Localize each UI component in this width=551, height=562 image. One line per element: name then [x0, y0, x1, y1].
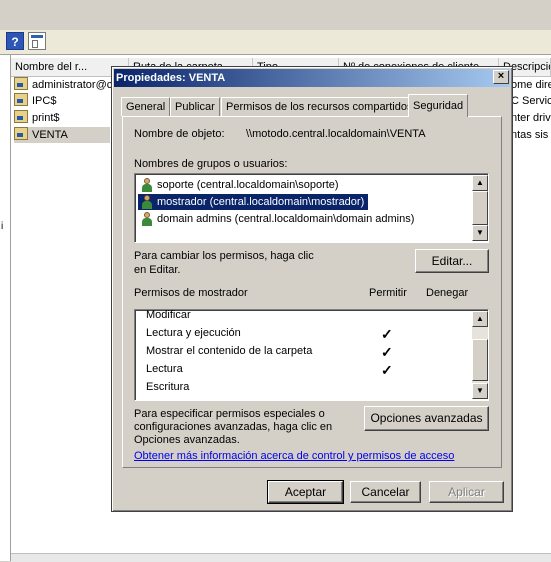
- object-name-value: \\motodo.central.localdomain\VENTA: [246, 128, 426, 140]
- list-item[interactable]: print$: [14, 110, 60, 126]
- change-hint-line1: Para cambiar los permisos, haga clic: [134, 250, 314, 262]
- permission-name: Mostrar el contenido de la carpeta: [146, 345, 313, 357]
- tab-publicar[interactable]: Publicar: [170, 97, 220, 116]
- allow-check-icon: ✓: [381, 344, 393, 360]
- user-group-icon: [141, 178, 153, 192]
- group-item-selected[interactable]: mostrador (central.localdomain\mostrador…: [138, 194, 369, 210]
- share-name: administrator@c: [32, 79, 113, 91]
- list-item-selected[interactable]: VENTA: [14, 127, 110, 143]
- group-name: domain admins (central.localdomain\domai…: [157, 213, 415, 225]
- toolbar: ?: [0, 30, 551, 55]
- allow-check-icon: ✓: [381, 362, 393, 378]
- edit-button[interactable]: Editar...: [415, 249, 489, 273]
- apply-button[interactable]: Aplicar: [429, 481, 504, 503]
- close-icon[interactable]: ×: [493, 70, 509, 84]
- permissions-header: Permisos de mostrador: [134, 287, 248, 299]
- permission-name: Escritura: [146, 381, 190, 393]
- permission-name: Modificar: [146, 309, 191, 321]
- allow-header: Permitir: [369, 287, 407, 299]
- share-name: IPC$: [32, 95, 57, 107]
- scroll-down-icon[interactable]: ▼: [472, 225, 488, 241]
- group-item[interactable]: soporte (central.localdomain\soporte): [138, 177, 343, 193]
- cancel-button[interactable]: Cancelar: [350, 481, 421, 503]
- deny-header: Denegar: [426, 287, 469, 299]
- special-hint-line1: Para especificar permisos especiales o: [134, 408, 325, 420]
- user-group-icon: [141, 195, 153, 209]
- share-name: print$: [32, 112, 60, 124]
- share-description: C Servic: [511, 95, 551, 107]
- group-item[interactable]: domain admins (central.localdomain\domai…: [138, 211, 418, 227]
- tab-seguridad[interactable]: Seguridad: [408, 94, 469, 117]
- special-hint-line2: configuraciones avanzadas, haga clic en: [134, 421, 333, 433]
- user-group-icon: [141, 212, 153, 226]
- list-item[interactable]: IPC$: [14, 93, 56, 109]
- scroll-thumb[interactable]: [472, 339, 488, 381]
- share-description: nter driv: [511, 112, 551, 124]
- dialog-title[interactable]: Propiedades: VENTA: [114, 69, 510, 87]
- change-hint-line2: en Editar.: [134, 264, 181, 276]
- scroll-up-icon[interactable]: ▲: [472, 175, 488, 191]
- shared-folder-icon: [14, 127, 28, 140]
- tree-pane-text: i: [1, 221, 4, 232]
- special-hint-line3: Opciones avanzadas.: [134, 434, 240, 446]
- permission-name: Lectura y ejecución: [146, 327, 241, 339]
- view-pane-icon[interactable]: [28, 32, 46, 50]
- shared-folder-icon: [14, 110, 28, 123]
- permissions-scrollbar[interactable]: ▲ ▼: [472, 311, 488, 399]
- groups-scrollbar[interactable]: ▲ ▼: [472, 175, 488, 241]
- permission-name: Lectura: [146, 363, 183, 375]
- advanced-options-button[interactable]: Opciones avanzadas: [364, 406, 489, 431]
- share-description: ome dire: [511, 79, 551, 91]
- shared-folder-icon: [14, 93, 28, 106]
- tab-general[interactable]: General: [121, 97, 171, 116]
- learn-more-link[interactable]: Obtener más información acerca de contro…: [134, 450, 454, 462]
- permissions-list[interactable]: Modificar Lectura y ejecución Mostrar el…: [134, 309, 489, 401]
- group-name: soporte (central.localdomain\soporte): [157, 179, 339, 191]
- share-description: ntas sis: [511, 129, 549, 141]
- scroll-up-icon[interactable]: ▲: [472, 311, 488, 327]
- object-name-label: Nombre de objeto:: [134, 128, 225, 140]
- tab-permisos-compartidos[interactable]: Permisos de los recursos compartidos: [221, 97, 418, 116]
- share-name: VENTA: [32, 129, 68, 141]
- help-icon[interactable]: ?: [6, 32, 24, 50]
- groups-label: Nombres de grupos o usuarios:: [134, 158, 288, 170]
- groups-list[interactable]: soporte (central.localdomain\soporte) mo…: [134, 173, 489, 243]
- scroll-thumb[interactable]: [472, 191, 488, 225]
- group-name: mostrador (central.localdomain\mostrador…: [157, 196, 365, 208]
- list-item[interactable]: administrator@c: [14, 77, 112, 93]
- scroll-down-icon[interactable]: ▼: [472, 383, 488, 399]
- window-top-band: [0, 0, 551, 31]
- shared-folder-icon: [14, 77, 28, 90]
- tree-pane[interactable]: [0, 55, 11, 561]
- ok-button[interactable]: Aceptar: [267, 480, 344, 504]
- allow-check-icon: ✓: [381, 326, 393, 342]
